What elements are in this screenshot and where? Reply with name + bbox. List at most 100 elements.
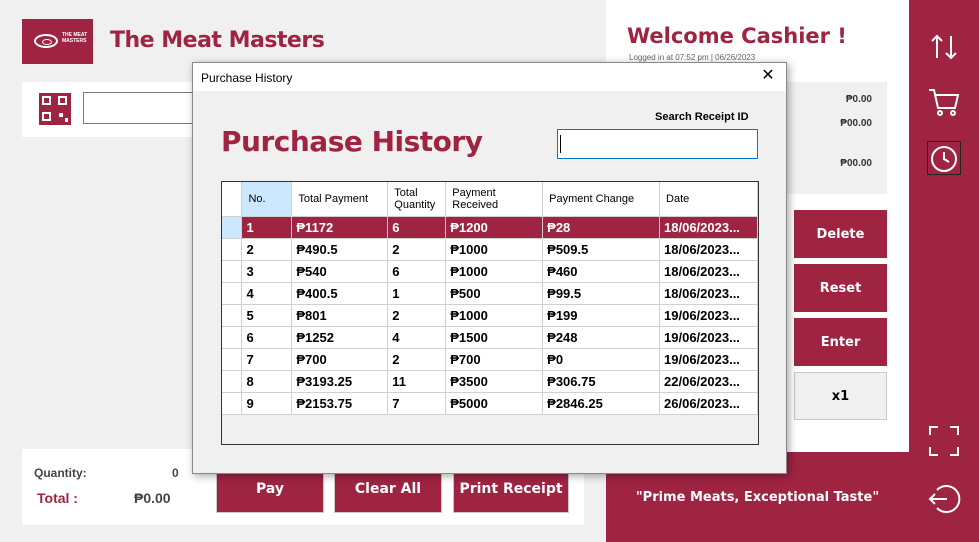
- search-receipt-input[interactable]: [557, 129, 758, 159]
- fullscreen-icon[interactable]: [927, 424, 961, 458]
- cell-payment-received[interactable]: ₱1500: [445, 326, 544, 349]
- cell-date[interactable]: 19/06/2023...: [659, 304, 758, 327]
- cell-total-payment[interactable]: ₱540: [291, 260, 389, 283]
- cell-no[interactable]: 2: [241, 238, 293, 261]
- table-row[interactable]: 1 ₱1172 6 ₱1200 ₱28 18/06/2023...: [222, 216, 758, 239]
- cell-total-quantity[interactable]: 4: [387, 326, 447, 349]
- enter-button[interactable]: Enter: [794, 318, 887, 366]
- column-header-total-quantity[interactable]: Total Quantity: [387, 182, 447, 217]
- cell-total-quantity[interactable]: 2: [387, 348, 447, 371]
- quantity-multiplier-button[interactable]: x1: [794, 372, 887, 420]
- cell-no[interactable]: 8: [241, 370, 293, 393]
- cell-total-quantity[interactable]: 7: [387, 392, 447, 415]
- table-row[interactable]: 7 ₱700 2 ₱700 ₱0 19/06/2023...: [222, 348, 758, 371]
- row-header[interactable]: [222, 238, 243, 261]
- summary-box: ₱0.00 ₱00.00 ₱00.00: [785, 82, 887, 194]
- row-header[interactable]: [222, 370, 243, 393]
- cell-total-payment[interactable]: ₱490.5: [291, 238, 389, 261]
- cell-date[interactable]: 26/06/2023...: [659, 392, 758, 415]
- table-row[interactable]: 2 ₱490.5 2 ₱1000 ₱509.5 18/06/2023...: [222, 238, 758, 261]
- logout-icon[interactable]: [927, 482, 961, 516]
- column-header-no[interactable]: No.: [241, 182, 293, 217]
- tagline: "Prime Meats, Exceptional Taste": [635, 490, 880, 505]
- cell-payment-change[interactable]: ₱509.5: [542, 238, 661, 261]
- cell-no[interactable]: 4: [241, 282, 293, 305]
- cell-total-payment[interactable]: ₱801: [291, 304, 389, 327]
- cell-date[interactable]: 19/06/2023...: [659, 348, 758, 371]
- cell-payment-change[interactable]: ₱248: [542, 326, 661, 349]
- dialog-titlebar[interactable]: Purchase History ✕: [193, 63, 786, 91]
- history-clock-icon[interactable]: [927, 141, 961, 175]
- cell-payment-change[interactable]: ₱0: [542, 348, 661, 371]
- cell-total-payment[interactable]: ₱700: [291, 348, 389, 371]
- cell-payment-received[interactable]: ₱1000: [445, 304, 544, 327]
- cell-total-payment[interactable]: ₱3193.25: [291, 370, 389, 393]
- cell-no[interactable]: 6: [241, 326, 293, 349]
- row-header[interactable]: [222, 282, 243, 305]
- delete-button[interactable]: Delete: [794, 210, 887, 258]
- table-row[interactable]: 5 ₱801 2 ₱1000 ₱199 19/06/2023...: [222, 304, 758, 327]
- cell-date[interactable]: 18/06/2023...: [659, 216, 758, 239]
- cell-payment-change[interactable]: ₱306.75: [542, 370, 661, 393]
- row-header[interactable]: [222, 304, 243, 327]
- cell-date[interactable]: 18/06/2023...: [659, 260, 758, 283]
- cell-payment-change[interactable]: ₱460: [542, 260, 661, 283]
- column-header-payment-received[interactable]: Payment Received: [445, 182, 544, 217]
- cell-payment-received[interactable]: ₱5000: [445, 392, 544, 415]
- row-header[interactable]: [222, 326, 243, 349]
- column-header-date[interactable]: Date: [659, 182, 758, 217]
- cell-date[interactable]: 22/06/2023...: [659, 370, 758, 393]
- cell-no[interactable]: 9: [241, 392, 293, 415]
- cell-payment-received[interactable]: ₱1000: [445, 238, 544, 261]
- qr-code-icon[interactable]: [39, 93, 71, 125]
- cell-total-quantity[interactable]: 2: [387, 238, 447, 261]
- cell-total-payment[interactable]: ₱2153.75: [291, 392, 389, 415]
- column-header-total-payment[interactable]: Total Payment: [291, 182, 389, 217]
- cell-no[interactable]: 1: [241, 216, 293, 239]
- app-logo: THE MEAT MASTERS: [22, 19, 93, 64]
- cell-payment-received[interactable]: ₱1000: [445, 260, 544, 283]
- table-row[interactable]: 9 ₱2153.75 7 ₱5000 ₱2846.25 26/06/2023...: [222, 392, 758, 415]
- cell-payment-received[interactable]: ₱500: [445, 282, 544, 305]
- cell-date[interactable]: 18/06/2023...: [659, 238, 758, 261]
- cell-total-payment[interactable]: ₱400.5: [291, 282, 389, 305]
- table-row[interactable]: 3 ₱540 6 ₱1000 ₱460 18/06/2023...: [222, 260, 758, 283]
- purchase-history-grid[interactable]: No. Total Payment Total Quantity Payment…: [221, 181, 759, 445]
- cell-payment-change[interactable]: ₱199: [542, 304, 661, 327]
- cell-total-quantity[interactable]: 2: [387, 304, 447, 327]
- cell-no[interactable]: 3: [241, 260, 293, 283]
- cell-date[interactable]: 18/06/2023...: [659, 282, 758, 305]
- cell-no[interactable]: 5: [241, 304, 293, 327]
- cell-payment-received[interactable]: ₱3500: [445, 370, 544, 393]
- cell-payment-change[interactable]: ₱99.5: [542, 282, 661, 305]
- scan-panel: [22, 82, 213, 137]
- cell-total-quantity[interactable]: 6: [387, 216, 447, 239]
- table-row[interactable]: 4 ₱400.5 1 ₱500 ₱99.5 18/06/2023...: [222, 282, 758, 305]
- cell-payment-received[interactable]: ₱1200: [445, 216, 544, 239]
- table-row[interactable]: 8 ₱3193.25 11 ₱3500 ₱306.75 22/06/2023...: [222, 370, 758, 393]
- cell-total-quantity[interactable]: 11: [387, 370, 447, 393]
- cart-icon[interactable]: [927, 84, 961, 118]
- row-header[interactable]: [222, 260, 243, 283]
- cell-total-quantity[interactable]: 6: [387, 260, 447, 283]
- cell-total-quantity[interactable]: 1: [387, 282, 447, 305]
- grid-header-row: No. Total Payment Total Quantity Payment…: [222, 182, 758, 217]
- cell-date[interactable]: 19/06/2023...: [659, 326, 758, 349]
- cell-total-payment[interactable]: ₱1252: [291, 326, 389, 349]
- column-header-payment-change[interactable]: Payment Change: [542, 182, 661, 217]
- cell-no[interactable]: 7: [241, 348, 293, 371]
- cell-payment-change[interactable]: ₱28: [542, 216, 661, 239]
- row-header[interactable]: [222, 216, 243, 239]
- table-row[interactable]: 6 ₱1252 4 ₱1500 ₱248 19/06/2023...: [222, 326, 758, 349]
- reset-button[interactable]: Reset: [794, 264, 887, 312]
- row-header[interactable]: [222, 348, 243, 371]
- swap-arrows-icon[interactable]: [927, 30, 961, 64]
- cell-total-payment[interactable]: ₱1172: [291, 216, 389, 239]
- summary-line-3: ₱00.00: [840, 158, 872, 169]
- cell-payment-received[interactable]: ₱700: [445, 348, 544, 371]
- total-label: Total :: [37, 490, 78, 506]
- close-icon[interactable]: ✕: [758, 66, 778, 86]
- row-header[interactable]: [222, 392, 243, 415]
- logo-text: THE MEAT MASTERS: [62, 32, 88, 44]
- cell-payment-change[interactable]: ₱2846.25: [542, 392, 661, 415]
